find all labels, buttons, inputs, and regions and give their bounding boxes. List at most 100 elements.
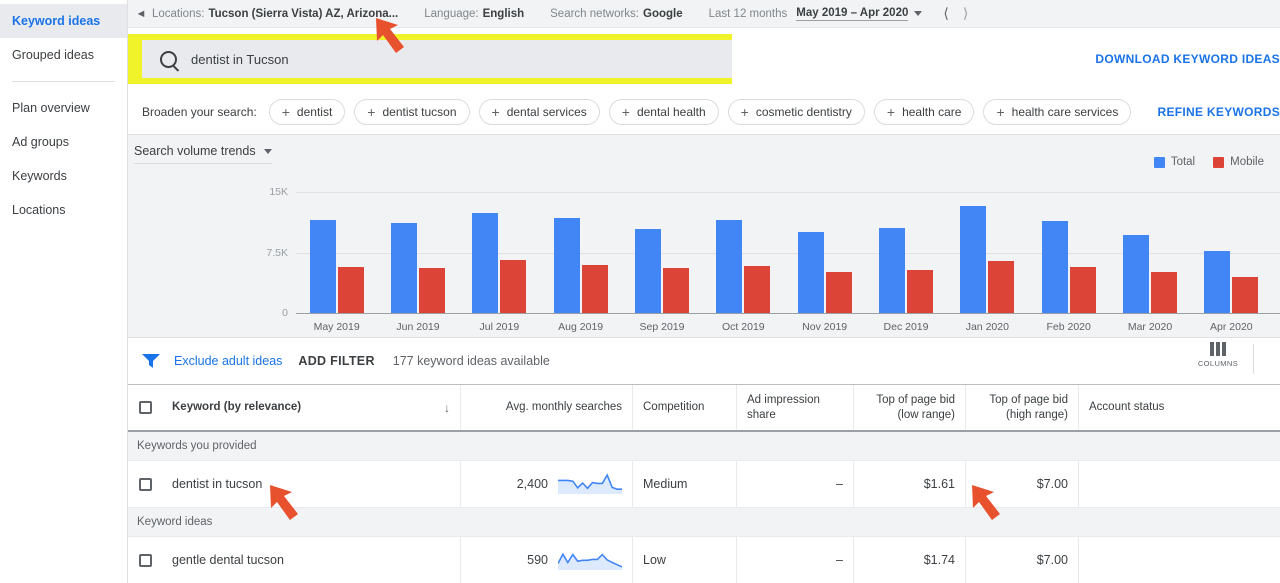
chart-x-tick-label: Mar 2020 xyxy=(1127,321,1173,333)
top-filter-bar: ◄ Locations: Tucson (Sierra Vista) AZ, A… xyxy=(128,0,1280,28)
competition-value: Low xyxy=(643,553,666,567)
legend-item-mobile[interactable]: Mobile xyxy=(1213,156,1264,168)
broaden-chip-dentist-tucson[interactable]: + dentist tucson xyxy=(354,99,470,125)
main-content: ◄ Locations: Tucson (Sierra Vista) AZ, A… xyxy=(128,0,1280,583)
chart-x-tick-label: Apr 2020 xyxy=(1210,321,1253,333)
sidebar-item-keywords[interactable]: Keywords xyxy=(0,159,127,193)
header-avg-searches[interactable]: Avg. monthly searches xyxy=(461,385,633,430)
broaden-chip-cosmetic-dentistry[interactable]: + cosmetic dentistry xyxy=(727,99,865,125)
sidebar-item-ad-groups[interactable]: Ad groups xyxy=(0,125,127,159)
header-keyword[interactable]: Keyword (by relevance) ↓ xyxy=(162,385,461,430)
chart-bar-total-10[interactable] xyxy=(1123,234,1149,313)
chart-plot-area: 0 7.5K 15K May 2019 Jun 2019 Jul 2019 Aug 2019… xyxy=(128,179,1280,339)
table-row[interactable]: dentist in tucson 2,400 Medium – $1.61 $… xyxy=(128,461,1280,508)
chart-bar-total-7[interactable] xyxy=(879,227,905,313)
broaden-chip-health-care-services[interactable]: + health care services xyxy=(983,99,1132,125)
plus-icon: + xyxy=(367,104,376,120)
chart-bar-total-2[interactable] xyxy=(472,212,499,313)
filter-icon[interactable] xyxy=(142,354,160,368)
chart-bar-mobile-11[interactable] xyxy=(1232,276,1259,313)
row-checkbox[interactable] xyxy=(138,553,152,567)
row-checkbox[interactable] xyxy=(138,477,152,491)
cell-avg-searches: 2,400 xyxy=(461,461,633,507)
sidebar-item-plan-overview[interactable]: Plan overview xyxy=(0,91,127,125)
legend-swatch xyxy=(1153,156,1165,168)
columns-button[interactable]: COLUMNS xyxy=(1196,342,1240,368)
chart-bar-mobile-7[interactable] xyxy=(907,270,933,313)
chart-bar-mobile-4[interactable] xyxy=(663,267,689,313)
sidebar-item-grouped-ideas[interactable]: Grouped ideas xyxy=(0,38,127,72)
chart-x-tick-label: Jan 2020 xyxy=(965,321,1009,333)
chart-x-tick-label: Oct 2019 xyxy=(722,321,765,333)
select-all-checkbox[interactable] xyxy=(138,401,152,414)
networks-label: Search networks: xyxy=(550,7,639,20)
chart-bar-mobile-2[interactable] xyxy=(500,259,527,313)
chart-bar-mobile-10[interactable] xyxy=(1151,271,1177,313)
chart-bar-total-3[interactable] xyxy=(553,217,580,313)
chart-title-dropdown[interactable]: Search volume trends xyxy=(134,144,272,164)
sidebar-divider xyxy=(12,81,115,82)
download-keyword-ideas-button[interactable]: DOWNLOAD KEYWORD IDEAS xyxy=(1095,52,1280,66)
sidebar-item-label: Grouped ideas xyxy=(12,48,95,62)
sidebar-item-keyword-ideas[interactable]: Keyword ideas xyxy=(0,4,127,38)
header-bid-low[interactable]: Top of page bid (low range) xyxy=(854,385,966,430)
sidebar-item-locations[interactable]: Locations xyxy=(0,193,127,227)
chart-bar-mobile-9[interactable] xyxy=(1069,267,1096,313)
broaden-chip-health-care[interactable]: + health care xyxy=(873,99,975,125)
broaden-chip-dentist[interactable]: + dentist xyxy=(268,99,346,125)
broaden-chip-dental-services[interactable]: + dental services xyxy=(478,99,600,125)
chart-bar-total-4[interactable] xyxy=(635,229,661,313)
chart-x-tick-label: Jun 2019 xyxy=(396,321,440,333)
locations-filter[interactable]: Locations: Tucson (Sierra Vista) AZ, Ari… xyxy=(152,8,398,20)
chevron-down-icon xyxy=(263,148,272,154)
chart-bar-mobile-1[interactable] xyxy=(419,267,445,313)
broaden-search-row: Broaden your search: + dentist + dentist… xyxy=(128,90,1280,134)
language-filter[interactable]: Language: English xyxy=(424,8,524,20)
chart-bar-mobile-6[interactable] xyxy=(825,271,852,313)
columns-icon xyxy=(1196,342,1240,356)
keyword-ideas-table: Keyword (by relevance) ↓ Avg. monthly se… xyxy=(128,384,1280,583)
search-icon xyxy=(160,50,177,68)
header-competition[interactable]: Competition xyxy=(633,385,737,430)
chart-bar-mobile-3[interactable] xyxy=(581,265,608,313)
next-period-icon[interactable]: ⟩ xyxy=(956,5,975,22)
date-range-filter[interactable]: Last 12 months May 2019 – Apr 2020 ⟨ ⟩ xyxy=(709,5,976,22)
exclude-adult-ideas-link[interactable]: Exclude adult ideas xyxy=(174,354,282,368)
columns-label: COLUMNS xyxy=(1197,359,1239,368)
cell-avg-searches: 590 xyxy=(461,537,633,583)
legend-swatch xyxy=(1213,156,1225,168)
chart-bar-total-11[interactable] xyxy=(1204,250,1231,313)
table-row[interactable]: gentle dental tucson 590 Low – $1.74 $7.… xyxy=(128,537,1280,583)
networks-filter[interactable]: Search networks: Google xyxy=(550,8,682,20)
sidebar-item-label: Keywords xyxy=(12,169,67,183)
keyword-count-text: 177 keyword ideas available xyxy=(392,354,550,368)
chart-bar-mobile-5[interactable] xyxy=(744,266,771,313)
collapse-sidebar-icon[interactable]: ◄ xyxy=(130,8,152,20)
chart-bar-total-5[interactable] xyxy=(716,220,743,313)
select-all-cell xyxy=(128,385,162,430)
broaden-chip-dental-health[interactable]: + dental health xyxy=(608,99,719,125)
header-ad-impression-share[interactable]: Ad impression share xyxy=(737,385,854,430)
networks-value: Google xyxy=(643,7,683,20)
prev-period-icon[interactable]: ⟨ xyxy=(936,5,955,22)
add-filter-button[interactable]: ADD FILTER xyxy=(298,354,374,368)
bid-high-value: $7.00 xyxy=(1036,477,1068,491)
header-account-status[interactable]: Account status xyxy=(1079,385,1280,430)
header-keyword-label: Keyword (by relevance) xyxy=(172,401,302,414)
chart-bar-total-9[interactable] xyxy=(1041,221,1068,313)
chart-bar-mobile-0[interactable] xyxy=(337,267,364,313)
legend-item-total[interactable]: Total xyxy=(1153,156,1195,168)
header-bid-low-label: Top of page bid (low range) xyxy=(876,394,955,421)
header-ad-impression-label: Ad impression share xyxy=(747,394,820,421)
chart-gridline xyxy=(296,192,1280,193)
chart-bar-total-6[interactable] xyxy=(797,231,824,313)
chart-bar-total-1[interactable] xyxy=(391,222,417,313)
chart-bar-mobile-8[interactable] xyxy=(988,260,1015,313)
chevron-down-icon[interactable] xyxy=(914,11,923,16)
refine-keywords-button[interactable]: REFINE KEYWORDS xyxy=(1157,105,1280,119)
header-bid-high[interactable]: Top of page bid (high range) xyxy=(966,385,1079,430)
chart-bar-total-0[interactable] xyxy=(309,220,336,313)
search-input[interactable]: dentist in Tucson xyxy=(142,40,732,78)
plus-icon: + xyxy=(491,104,500,120)
chart-bar-total-8[interactable] xyxy=(960,205,987,313)
